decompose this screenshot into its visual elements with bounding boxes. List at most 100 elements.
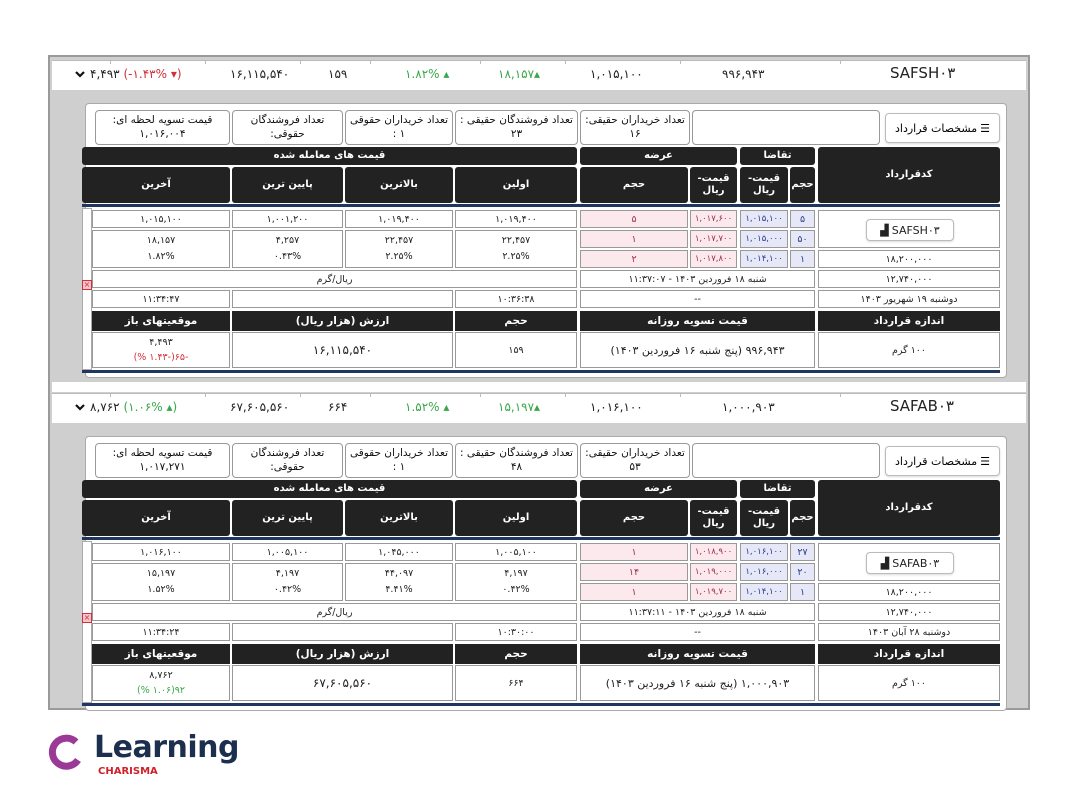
ask-volume: ۲	[580, 250, 688, 268]
bid-volume: ۲۰	[790, 563, 815, 581]
header-value: ارزش (هزار ریال)	[232, 311, 453, 331]
header-traded-prices: قیمت های معامله شده	[82, 480, 577, 498]
header-contract-size: اندازه قرارداد	[818, 644, 1000, 664]
info-label: تعداد خریداران حقیقی:	[585, 114, 685, 126]
price-low: ۱,۰۰۱,۲۰۰	[232, 210, 343, 228]
header-price-rial: قیمت-ریال	[740, 500, 788, 536]
empty-cell	[232, 623, 453, 641]
header-ask: عرضه	[580, 480, 737, 498]
info-buyers-real: تعداد خریداران حقیقی: ۵۳	[580, 443, 690, 478]
column-separator	[300, 394, 301, 397]
info-instant-settlement: قیمت تسویه لحظه ای: ۱,۰۱۷,۲۷۱	[95, 443, 230, 478]
arrow-down-icon: ▾	[167, 67, 177, 81]
lower-price-limit: ۱۲,۷۴۰,۰۰۰	[818, 270, 1000, 288]
update-time: شنبه ۱۸ فروردین ۱۴۰۳ - ۱۱:۳۷:۰۷	[580, 270, 815, 288]
ask-price: ۱,۰۱۸,۹۰۰	[690, 543, 737, 561]
summary-settlement-price: ۹۹۶,۹۴۳	[722, 67, 765, 81]
logo-subtext: CHARISMA	[98, 766, 158, 777]
info-value: ۱,۰۱۷,۲۷۱	[139, 461, 186, 473]
change-value: ۴,۱۹۷	[504, 568, 528, 579]
change-value: ۱۵,۱۹۷	[146, 568, 176, 579]
header-low: پایین ترین	[232, 500, 343, 536]
summary-value: ۶۷,۶۰۵,۵۶۰	[230, 400, 290, 414]
open-interest-value: ۸,۷۶۲	[90, 400, 120, 414]
summary-contract-code[interactable]: SAFSH۰۳	[890, 64, 955, 82]
info-value: ۴۸	[510, 461, 523, 473]
change-value: ۲۲,۴۵۷	[501, 235, 531, 246]
bid-volume: ۲۷	[790, 543, 815, 561]
info-label: تعداد فروشندگان حقیقی :	[460, 114, 573, 126]
ask-volume: ۵	[580, 210, 688, 228]
summary-contract-code[interactable]: SAFAB۰۳	[890, 397, 954, 415]
price-high-change: ۲۲,۴۵۷ ۲.۲۵%	[345, 230, 453, 268]
info-empty-box	[692, 110, 880, 145]
header-bid: تقاضا	[740, 480, 815, 498]
arrow-up-icon: ▴	[439, 67, 450, 81]
info-empty-box	[692, 443, 880, 478]
change-value: ۱۵,۱۹۷	[498, 400, 535, 414]
change-pct: ۰.۴۳%	[273, 251, 302, 262]
contract-code-button[interactable]: ▟ SAFAB۰۳	[866, 552, 954, 574]
trade-value: ۶۷,۶۰۵,۵۶۰	[232, 665, 453, 701]
contract-size: ۱۰۰ گرم	[818, 332, 1000, 368]
collapse-icon[interactable]: ×	[82, 613, 92, 623]
ask-volume: ۱۴	[580, 563, 688, 581]
column-separator	[840, 394, 841, 397]
open-interest-change: -۶۵(-۱.۴۳ %)	[133, 352, 189, 363]
summary-change: ۱۸,۱۵۷▴	[498, 67, 540, 81]
info-value: ۱ :	[392, 128, 406, 140]
header-price-rial: قیمت-ریال	[690, 500, 737, 536]
last-trade-time: ۱۱:۳۴:۲۴	[92, 623, 230, 641]
header-price-rial: قیمت-ریال	[690, 167, 737, 203]
info-buyers-legal: تعداد خریداران حقوقی ۱ :	[345, 110, 453, 145]
contract-specs-label: مشخصات قرارداد	[895, 121, 978, 135]
change-value: ۱۸,۱۵۷	[146, 235, 176, 246]
ask-volume: ۱	[580, 543, 688, 561]
header-contract-size: اندازه قرارداد	[818, 311, 1000, 331]
price-low-change: ۴,۱۹۷ ۰.۴۲%	[232, 563, 343, 601]
ask-price: ۱,۰۱۷,۶۰۰	[690, 210, 737, 228]
change-value: ۴,۱۹۷	[275, 568, 300, 579]
info-label: قیمت تسویه لحظه ای:	[112, 447, 213, 459]
column-separator	[680, 61, 681, 64]
info-sellers-real: تعداد فروشندگان حقیقی : ۴۸	[455, 443, 578, 478]
logo-ring-icon	[48, 734, 81, 770]
contract-code-label: SAFSH۰۳	[891, 223, 940, 237]
header-last: آخرین	[82, 167, 230, 203]
info-label: تعداد خریداران حقوقی	[349, 114, 449, 126]
price-last: ۱,۰۱۵,۱۰۰	[92, 210, 230, 228]
summary-volume: ۱۵۹	[328, 67, 348, 81]
bid-price: ۱,۰۱۵,۰۰۰	[740, 230, 788, 248]
change-pct: ۰.۴۲%	[273, 584, 302, 595]
info-value: ۵۳	[629, 461, 641, 473]
contract-specs-button[interactable]: ☰ مشخصات قرارداد	[885, 446, 1000, 476]
contract-code-cell: ▟ SAFAB۰۳	[818, 543, 1000, 581]
chevron-down-icon[interactable]	[74, 401, 86, 413]
header-traded-prices: قیمت های معامله شده	[82, 147, 577, 165]
collapse-icon[interactable]: ×	[82, 280, 92, 290]
contract-specs-button[interactable]: ☰ مشخصات قرارداد	[885, 113, 1000, 143]
column-separator	[370, 394, 371, 397]
header-open-interest: موقعیتهای باز	[92, 644, 230, 664]
price-first-change: ۲۲,۴۵۷ ۲.۲۵%	[455, 230, 577, 268]
change-value: ۲۲,۴۵۷	[384, 235, 414, 246]
bid-price: ۱,۰۱۴,۱۰۰	[740, 583, 788, 601]
bid-volume: ۱	[790, 250, 815, 268]
header-volume: حجم	[580, 167, 688, 203]
summary-open-interest: ۴,۴۹۳ -۱.۴۳% ▾	[90, 67, 182, 81]
contract-code-button[interactable]: ▟ SAFSH۰۳	[866, 219, 954, 241]
ask-volume: ۱	[580, 230, 688, 248]
column-separator	[205, 394, 206, 397]
header-ask: عرضه	[580, 147, 737, 165]
list-icon: ☰	[980, 121, 990, 135]
info-buyers-real: تعداد خریداران حقیقی: ۱۶	[580, 110, 690, 145]
summary-value: ۱۶,۱۱۵,۵۴۰	[230, 67, 290, 81]
chevron-down-icon[interactable]	[74, 68, 86, 80]
header-bid: تقاضا	[740, 147, 815, 165]
trade-volume: ۶۶۴	[455, 665, 577, 701]
price-first: ۱,۰۱۹,۴۰۰	[455, 210, 577, 228]
header-value: ارزش (هزار ریال)	[232, 644, 453, 664]
column-separator	[565, 394, 566, 397]
header-high: بالاترین	[345, 167, 453, 203]
open-interest-change: ۹۲(۱.۰۶ %)	[136, 685, 186, 696]
